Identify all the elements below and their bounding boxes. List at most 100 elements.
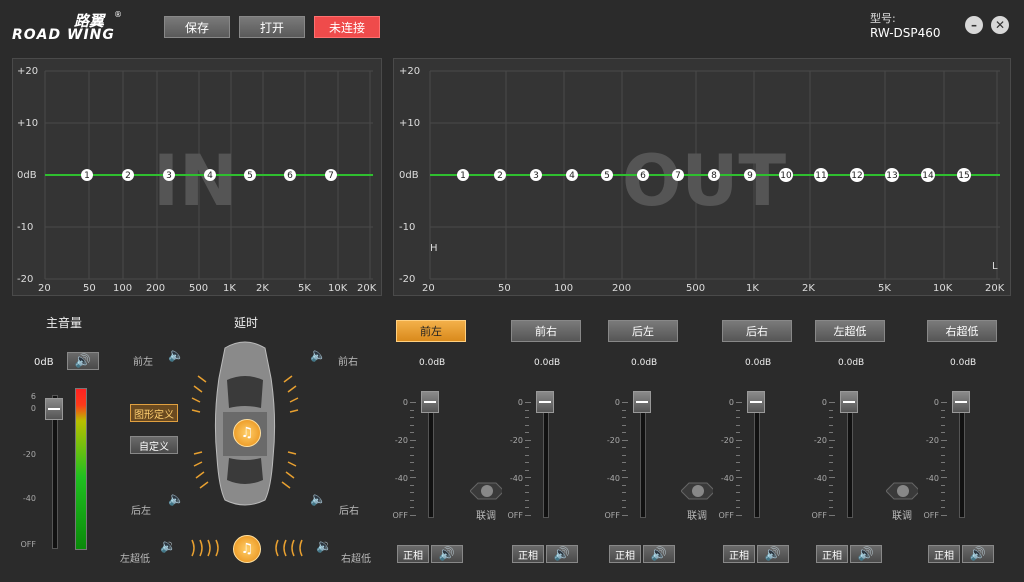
channel-scale-tick — [410, 499, 414, 501]
graph-define-button[interactable]: 图形定义 — [130, 404, 178, 422]
channel-gain-slider[interactable] — [633, 391, 651, 413]
eq-out-point[interactable]: 4 — [566, 169, 578, 181]
channel-gain-slider[interactable] — [421, 391, 439, 413]
channel-gain-track[interactable] — [754, 398, 760, 518]
eq-out-point[interactable]: 7 — [672, 169, 684, 181]
channel-scale-tick — [736, 507, 740, 508]
channel-mute-button[interactable]: 🔊 — [643, 545, 675, 563]
channel-mute-button[interactable]: 🔊 — [962, 545, 994, 563]
phase-button[interactable]: 正相 — [928, 545, 960, 563]
channel-scale-label: OFF — [507, 511, 524, 520]
phase-button[interactable]: 正相 — [816, 545, 848, 563]
channel-mute-button[interactable]: 🔊 — [431, 545, 463, 563]
channel-gain-track[interactable] — [847, 398, 853, 518]
eq-in-graph[interactable]: IN +20 +10 0dB -10 -20 20 50 100 200 500… — [13, 59, 383, 297]
eq-out-y-tick: 0dB — [399, 170, 419, 181]
rear-right-speaker-icon[interactable]: 🔈 — [310, 492, 326, 507]
channel-scale-tick — [525, 409, 529, 411]
channel-gain-track[interactable] — [640, 398, 646, 518]
eq-in-panel[interactable]: IN +20 +10 0dB -10 -20 20 50 100 200 500… — [12, 58, 382, 296]
channel-gain-slider[interactable] — [840, 391, 858, 413]
channel-select-button[interactable]: 右超低 — [927, 320, 997, 342]
eq-out-point[interactable]: 8 — [708, 169, 720, 181]
listener-position-icon[interactable]: ♫ — [233, 419, 261, 447]
eq-out-point[interactable]: 15 — [957, 168, 971, 182]
eq-out-point[interactable]: 3 — [530, 169, 542, 181]
channel-gain-track[interactable] — [543, 398, 549, 518]
link-icon[interactable] — [681, 481, 713, 501]
phase-button[interactable]: 正相 — [723, 545, 755, 563]
channel-select-button[interactable]: 前右 — [511, 320, 581, 342]
eq-in-x-tick: 20K — [357, 283, 377, 294]
front-left-speaker-icon[interactable]: 🔈 — [168, 348, 184, 363]
eq-in-point[interactable]: 5 — [244, 169, 256, 181]
front-right-speaker-icon[interactable]: 🔈 — [310, 348, 326, 363]
eq-in-point[interactable]: 7 — [325, 169, 337, 181]
eq-out-point[interactable]: 10 — [779, 168, 793, 182]
close-button[interactable]: ✕ — [991, 16, 1009, 34]
channel-scale-tick — [941, 462, 945, 463]
link-icon[interactable] — [886, 481, 918, 501]
channel-scale-tick — [622, 402, 628, 403]
channel-gain-slider[interactable] — [747, 391, 765, 413]
channel-select-button[interactable]: 前左 — [396, 320, 466, 342]
eq-in-point[interactable]: 2 — [122, 169, 134, 181]
eq-in-x-tick: 500 — [189, 283, 208, 294]
channel-gain-value: 0.0dB — [631, 358, 658, 368]
channel-gain-slider[interactable] — [952, 391, 970, 413]
eq-in-point[interactable]: 1 — [81, 169, 93, 181]
custom-button[interactable]: 自定义 — [130, 436, 178, 454]
sub-left-speaker-icon[interactable]: 🔉 — [160, 539, 176, 554]
channel-mute-button[interactable]: 🔊 — [850, 545, 882, 563]
eq-out-point[interactable]: 5 — [601, 169, 613, 181]
channel-scale-tick — [410, 417, 414, 418]
channel-select-button[interactable]: 左超低 — [815, 320, 885, 342]
minimize-button[interactable]: – — [965, 16, 983, 34]
eq-out-point[interactable]: 6 — [637, 169, 649, 181]
master-mute-button[interactable]: 🔊 — [67, 352, 99, 370]
channel-scale-tick — [410, 469, 414, 471]
channel-select-button[interactable]: 后左 — [608, 320, 678, 342]
eq-out-point[interactable]: 9 — [744, 169, 756, 181]
subwoofer-music-icon[interactable]: ♫ — [233, 535, 261, 563]
channel-mute-button[interactable]: 🔊 — [757, 545, 789, 563]
channel-mute-button[interactable]: 🔊 — [546, 545, 578, 563]
channel-gain-slider[interactable] — [536, 391, 554, 413]
eq-out-point[interactable]: 1 — [457, 169, 469, 181]
channel-scale-tick — [941, 484, 945, 486]
eq-out-low-marker: L — [992, 261, 998, 272]
sub-right-speaker-icon[interactable]: 🔉 — [316, 539, 332, 554]
eq-out-graph[interactable]: OUT +20 +10 0dB -10 -20 H L 20 50 100 20… — [394, 59, 1012, 297]
eq-out-point[interactable]: 14 — [921, 168, 935, 182]
eq-out-point[interactable]: 12 — [850, 168, 864, 182]
eq-out-point[interactable]: 13 — [885, 168, 899, 182]
eq-in-y-tick: +20 — [17, 66, 38, 77]
channel-select-button[interactable]: 后右 — [722, 320, 792, 342]
channel-scale-tick — [525, 499, 529, 501]
svg-text:1: 1 — [460, 171, 466, 181]
phase-button[interactable]: 正相 — [512, 545, 544, 563]
svg-text:15: 15 — [958, 171, 969, 181]
channel-scale-tick — [941, 417, 945, 418]
delay-front-left-label: 前左 — [133, 357, 153, 368]
phase-button[interactable]: 正相 — [609, 545, 641, 563]
eq-out-point[interactable]: 2 — [494, 169, 506, 181]
channel-scale-tick — [829, 514, 835, 516]
channel-gain-track[interactable] — [428, 398, 434, 518]
svg-text:5: 5 — [247, 171, 253, 181]
svg-text:10: 10 — [780, 171, 792, 181]
phase-button[interactable]: 正相 — [397, 545, 429, 563]
eq-out-panel[interactable]: OUT +20 +10 0dB -10 -20 H L 20 50 100 20… — [393, 58, 1011, 296]
open-button[interactable]: 打开 — [239, 16, 305, 38]
eq-in-point[interactable]: 6 — [284, 169, 296, 181]
connection-status-button[interactable]: 未连接 — [314, 16, 380, 38]
channel-gain-track[interactable] — [959, 398, 965, 518]
channel-scale-label: -20 — [925, 436, 939, 445]
eq-in-point[interactable]: 3 — [163, 169, 175, 181]
eq-out-point[interactable]: 11 — [814, 168, 828, 182]
rear-left-speaker-icon[interactable]: 🔈 — [168, 492, 184, 507]
eq-in-point[interactable]: 4 — [204, 169, 216, 181]
link-icon[interactable] — [470, 481, 502, 501]
master-volume-slider[interactable] — [45, 398, 63, 420]
save-button[interactable]: 保存 — [164, 16, 230, 38]
